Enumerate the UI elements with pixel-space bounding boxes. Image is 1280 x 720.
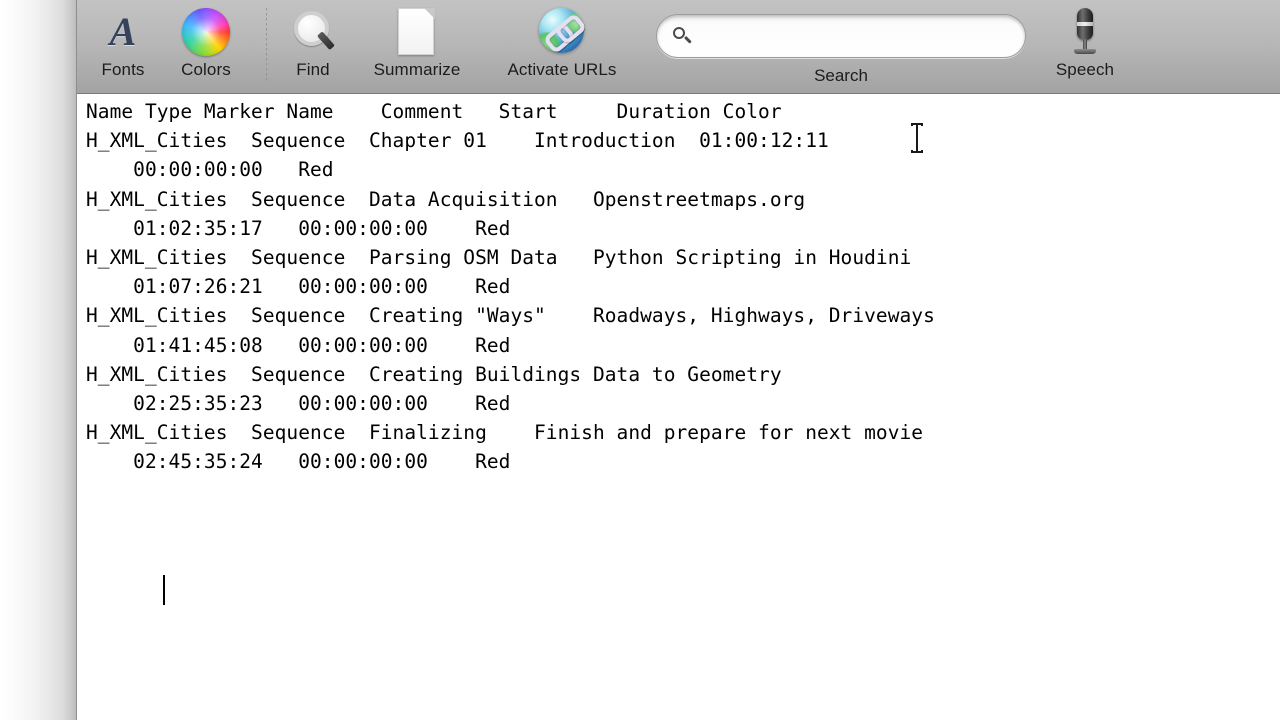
toolbar-label-summarize: Summarize [373, 60, 461, 79]
document-line: 00:00:00:00 Red [86, 158, 334, 182]
document-line: H_XML_Cities Sequence Chapter 01 Introdu… [86, 129, 829, 153]
globe-link-icon [482, 4, 642, 60]
textedit-window: A Fonts Colors Find Summarize Activate U… [76, 0, 1280, 720]
magnifier-icon [253, 4, 373, 60]
document-line: H_XML_Cities Sequence Finalizing Finish … [86, 421, 924, 445]
toolbar-label-activate-urls: Activate URLs [507, 60, 617, 79]
document-text-area[interactable]: Name Type Marker Name Comment Start Dura… [77, 94, 1280, 720]
toolbar-button-speech[interactable]: Speech [1025, 4, 1145, 90]
document-page-icon [357, 4, 477, 60]
text-caret [163, 575, 165, 605]
desktop-backdrop [0, 0, 76, 720]
toolbar: A Fonts Colors Find Summarize Activate U… [77, 0, 1280, 94]
document-line: 01:07:26:21 00:00:00:00 Red [86, 275, 511, 299]
search-field[interactable] [656, 14, 1026, 59]
document-line: Name Type Marker Name Comment Start Dura… [86, 100, 782, 123]
search-icon [673, 27, 693, 47]
document-line: H_XML_Cities Sequence Creating Buildings… [86, 362, 782, 386]
document-lines: Name Type Marker Name Comment Start Dura… [86, 97, 1280, 477]
document-line: 01:02:35:17 00:00:00:00 Red [86, 216, 511, 240]
toolbar-button-colors[interactable]: Colors [146, 4, 266, 90]
search-label: Search [814, 66, 868, 85]
screen: A Fonts Colors Find Summarize Activate U… [0, 0, 1280, 720]
toolbar-label-colors: Colors [181, 60, 231, 79]
toolbar-label-speech: Speech [1055, 60, 1115, 79]
toolbar-button-summarize[interactable]: Summarize [357, 4, 477, 90]
mouse-ibeam-cursor [910, 122, 924, 154]
document-line: H_XML_Cities Sequence Data Acquisition O… [86, 187, 806, 211]
document-line: 01:41:45:08 00:00:00:00 Red [86, 333, 511, 357]
search-field-wrapper [656, 14, 1026, 59]
document-line: 02:45:35:24 00:00:00:00 Red [86, 450, 511, 474]
color-wheel-icon [146, 4, 266, 60]
microphone-icon [1025, 4, 1145, 60]
toolbar-button-find[interactable]: Find [253, 4, 373, 90]
document-line: H_XML_Cities Sequence Parsing OSM Data P… [86, 246, 912, 270]
toolbar-button-activate-urls[interactable]: Activate URLs [482, 4, 642, 90]
toolbar-label-find: Find [296, 60, 330, 79]
document-line: H_XML_Cities Sequence Creating "Ways" Ro… [86, 304, 935, 328]
search-input[interactable] [699, 15, 1021, 59]
document-line: 02:25:35:23 00:00:00:00 Red [86, 392, 511, 416]
